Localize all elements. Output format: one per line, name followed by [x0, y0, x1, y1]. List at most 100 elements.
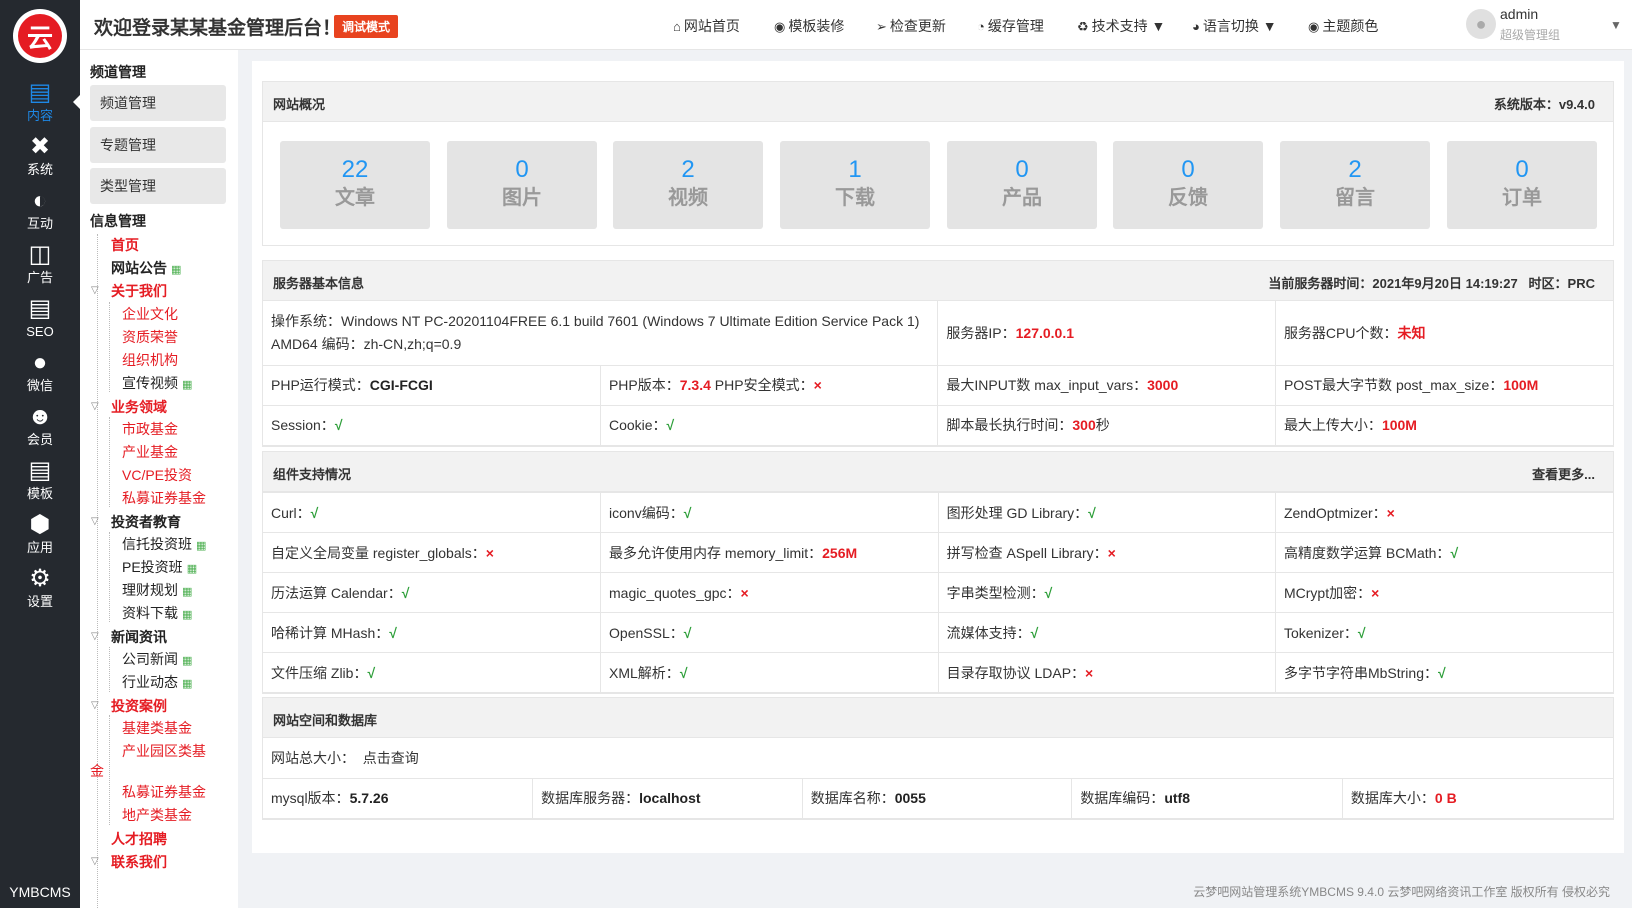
server-info-card: 服务器基本信息 当前服务器时间：2021年9月20日 14:19:27 时区：P… [262, 260, 1614, 447]
tree-item[interactable]: 新闻资讯 [111, 627, 167, 647]
tree-item[interactable]: 产业基金 [122, 442, 178, 462]
db-charset-value: utf8 [1164, 790, 1190, 806]
content-icon: ▤ [28, 79, 52, 106]
nav-home[interactable]: ⌂ 网站首页 [673, 16, 740, 36]
table-row: Session：√ Cookie：√ 脚本最长执行时间：300秒 最大上传大小：… [263, 404, 1613, 446]
component-label: ZendOptmizer： [1283, 504, 1387, 521]
chevron-down-icon[interactable]: ▽ [91, 516, 99, 527]
rail-item-system[interactable]: ✖ 系统 [0, 130, 80, 182]
rail-item-content[interactable]: ▤ 内容 [0, 76, 81, 128]
rail-item-seo[interactable]: ▤ SEO [0, 292, 80, 344]
type-manage-button[interactable]: 类型管理 [90, 168, 226, 204]
add-page-icon[interactable]: ▦ [196, 540, 206, 552]
add-page-icon[interactable]: ▦ [182, 609, 192, 621]
tree-item[interactable]: 私募证券基金 [122, 488, 206, 508]
add-page-icon[interactable]: ▦ [182, 655, 192, 667]
nav-check-update[interactable]: ➢ 检查更新 [876, 16, 946, 36]
debug-badge[interactable]: 调试模式 [334, 15, 399, 38]
tree-item[interactable]: 基建类基金 [122, 718, 192, 738]
stat-products[interactable]: 0 产品 [947, 141, 1097, 229]
stat-videos[interactable]: 2 视频 [613, 141, 763, 229]
rail-item-apps[interactable]: ⬢ 应用 [0, 508, 80, 560]
add-page-icon[interactable]: ▦ [182, 586, 192, 598]
tree-item[interactable]: 业务领域 [111, 397, 167, 417]
chevron-down-icon[interactable]: ▽ [91, 285, 99, 296]
tree-item[interactable]: 信托投资班 ▦ [122, 534, 206, 554]
tree-item-label: 资料下载 [122, 605, 178, 621]
tree-item[interactable]: 行业动态 ▦ [122, 672, 192, 692]
nav-cache[interactable]: ◔ 缓存管理 [977, 16, 1044, 36]
stat-downloads[interactable]: 1 下载 [780, 141, 930, 229]
nav-language[interactable]: ◕ 语言切换 ▼ [1192, 16, 1277, 36]
query-size-link[interactable]: 点击查询 [363, 750, 419, 766]
tree-item[interactable]: 理财规划 ▦ [122, 580, 192, 600]
nav-theme-color[interactable]: ◉ 主题颜色 [1308, 16, 1378, 36]
cross-icon: × [1386, 504, 1395, 521]
tree-item[interactable]: 企业文化 [122, 304, 178, 324]
nav-support[interactable]: ♻ 技术支持 ▼ [1077, 16, 1165, 36]
nav-label: 网站首页 [683, 18, 740, 34]
rail-item-interact[interactable]: ◐ 互动 [0, 184, 80, 236]
chevron-down-icon[interactable]: ▼ [1610, 18, 1622, 32]
view-more-link[interactable]: 查看更多... [1532, 464, 1595, 483]
tree-item[interactable]: 首页 [111, 235, 139, 255]
stat-images[interactable]: 0 图片 [447, 141, 597, 229]
nav-template-decor[interactable]: ◉ 模板装修 [774, 16, 844, 36]
tree-item[interactable]: PE投资班 ▦ [122, 557, 197, 577]
card-title: 网站空间和数据库 [273, 713, 378, 728]
topic-manage-button[interactable]: 专题管理 [90, 127, 226, 163]
user-name[interactable]: admin [1500, 6, 1538, 22]
rail-item-wechat[interactable]: ● 微信 [0, 346, 80, 398]
tree-item[interactable]: 公司新闻 ▦ [122, 649, 192, 669]
tree-item[interactable]: 资料下载 ▦ [122, 603, 192, 623]
table-cell: 服务器CPU个数：未知 [1274, 301, 1613, 366]
chevron-down-icon[interactable]: ▽ [91, 631, 99, 642]
tree-item[interactable]: 地产类基金 [122, 805, 192, 825]
table-cell: ZendOptmizer：× [1274, 492, 1613, 533]
rail-item-ad[interactable]: ◫ 广告 [0, 238, 80, 290]
tree-item[interactable]: VC/PE投资 [122, 465, 192, 485]
tree-item[interactable]: 产业园区类基 [122, 741, 206, 761]
add-page-icon[interactable]: ▦ [171, 264, 181, 276]
chevron-down-icon[interactable]: ▽ [91, 700, 99, 711]
tree-item[interactable]: 市政基金 [122, 419, 178, 439]
version-value: v9.4.0 [1558, 97, 1595, 112]
tree-item[interactable]: 网站公告 ▦ [111, 258, 181, 278]
site-size-label: 网站总大小： [271, 749, 355, 766]
add-page-icon[interactable]: ▦ [182, 678, 192, 690]
tree-item-wrap[interactable]: 金 [90, 761, 104, 781]
tree-item[interactable]: 联系我们 [111, 852, 167, 872]
cross-icon: × [1085, 664, 1094, 681]
tree-item[interactable]: 人才招聘 [111, 829, 167, 849]
tree-item[interactable]: 关于我们 [111, 281, 167, 301]
stat-feedback[interactable]: 0 反馈 [1113, 141, 1263, 229]
stat-messages[interactable]: 2 留言 [1280, 141, 1430, 229]
logo[interactable]: 云 [13, 9, 67, 63]
top-bar: 欢迎登录某某基金管理后台！ 调试模式 ⌂ 网站首页 ◉ 模板装修 ➢ 检查更新 ◔ 缓存… [80, 0, 1632, 50]
nav-label: 技术支持 [1091, 18, 1148, 34]
tree-item[interactable]: 组织机构 [122, 350, 178, 370]
server-info-table: 操作系统：Windows NT PC-20201104FREE 6.1 buil… [263, 301, 1613, 446]
tree-item[interactable]: 投资者教育 [111, 512, 181, 532]
rail-item-member[interactable]: ☻ 会员 [0, 400, 80, 452]
tree-item[interactable]: 资质荣誉 [122, 327, 178, 347]
stat-orders[interactable]: 0 订单 [1447, 141, 1597, 229]
stat-value: 0 [1181, 156, 1195, 183]
tree-item[interactable]: 私募证券基金 [122, 782, 206, 802]
add-page-icon[interactable]: ▦ [182, 379, 192, 391]
stat-articles[interactable]: 22 文章 [280, 141, 430, 229]
rail-item-settings[interactable]: ⚙ 设置 [0, 562, 80, 614]
cross-icon: × [813, 377, 822, 393]
chevron-down-icon[interactable]: ▽ [91, 401, 99, 412]
table-row: 哈稀计算 MHash：√ OpenSSL：√ 流媒体支持：√ Tokenizer：√ [263, 612, 1613, 653]
rail-item-template[interactable]: ▤ 模板 [0, 454, 80, 506]
tree-item[interactable]: 投资案例 [111, 696, 167, 716]
chevron-down-icon[interactable]: ▽ [91, 856, 99, 867]
channel-manage-button[interactable]: 频道管理 [90, 85, 226, 121]
component-label: Tokenizer： [1283, 624, 1358, 641]
add-page-icon[interactable]: ▦ [187, 563, 197, 575]
nav-label: 模板装修 [788, 18, 845, 34]
avatar[interactable]: ● [1466, 9, 1496, 39]
tree-item[interactable]: 宣传视频 ▦ [122, 373, 192, 393]
table-cell: 服务器IP：127.0.0.1 [937, 301, 1276, 366]
